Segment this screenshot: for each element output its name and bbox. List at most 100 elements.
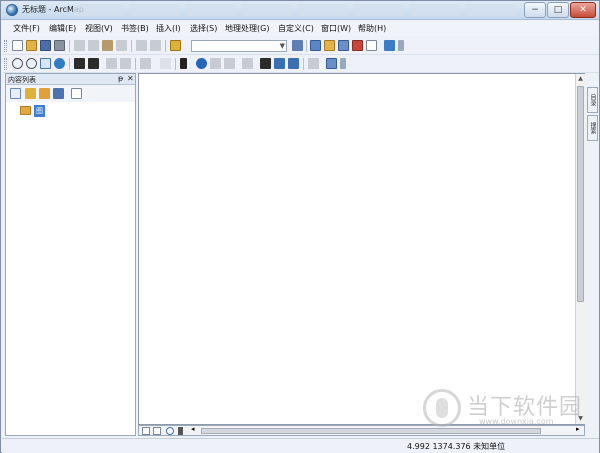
fixed-zoom-out-icon[interactable] [88,58,99,69]
catalog-dock-tab[interactable]: 目录 [587,87,598,113]
measure-icon[interactable] [242,58,253,69]
menu-bar: 文件(F) 编辑(E) 视图(V) 书签(B) 插入(I) 选择(S) 地理处理… [2,21,599,36]
cut-icon[interactable] [74,40,85,51]
data-view-icon[interactable] [142,427,150,435]
arctoolbox-icon[interactable] [352,40,363,51]
go-to-xy-icon[interactable] [288,58,299,69]
taskbar-blur-tab [409,4,461,16]
map-scale-dropdown[interactable]: ▼ [191,40,287,52]
site-watermark: 当下软件园 www.downxia.com [423,389,583,429]
menu-edit[interactable]: 编辑(E) [49,23,76,34]
list-by-source-icon[interactable] [25,88,36,99]
maximize-button[interactable]: □ [547,2,569,18]
copy-icon[interactable] [88,40,99,51]
layout-view-icon[interactable] [153,427,161,435]
taskbar-blur-tab [129,4,181,16]
arcmap-window: 无标题 - ArcMap − □ ✕ 文件(F) 编辑(E) 视图(V) 书签(… [0,0,600,453]
toolbar-grip[interactable] [4,58,7,70]
back-icon[interactable] [106,58,117,69]
menu-file[interactable]: 文件(F) [13,23,40,34]
menu-geoprocessing[interactable]: 地理处理(G) [225,23,269,34]
pan-icon[interactable] [40,58,51,69]
toolbar-separator [303,58,304,70]
zoom-out-icon[interactable] [26,58,37,69]
map-vertical-scrollbar[interactable]: ▲ ▼ [575,74,585,424]
find-route-icon[interactable] [274,58,285,69]
toolbar-separator [69,58,70,70]
python-window-icon[interactable] [366,40,377,51]
list-by-selection-icon[interactable] [53,88,64,99]
search-dock-tab[interactable]: 搜索 [587,115,598,141]
select-features-icon[interactable] [140,58,151,69]
open-icon[interactable] [26,40,37,51]
identify-icon[interactable] [196,58,207,69]
scroll-up-arrow[interactable]: ▲ [576,74,585,84]
add-data-icon[interactable] [170,40,181,51]
select-elements-icon[interactable] [180,58,187,69]
new-document-icon[interactable] [12,40,23,51]
toolbar-options-icon[interactable] [398,40,404,51]
print-icon[interactable] [54,40,65,51]
list-by-drawing-order-icon[interactable] [10,88,21,99]
watermark-url: www.downxia.com [479,417,554,426]
search-window-icon[interactable] [338,40,349,51]
menu-selection[interactable]: 选择(S) [190,23,217,34]
delete-icon[interactable] [116,40,127,51]
pause-drawing-icon[interactable] [178,427,183,435]
taskbar-blur-tab [73,4,125,16]
editor-toolbar-icon[interactable] [292,40,303,51]
paste-icon[interactable] [102,40,113,51]
create-viewer-icon[interactable] [326,58,337,69]
forward-icon[interactable] [120,58,131,69]
standard-toolbar: ▼ [2,37,599,55]
hyperlink-icon[interactable] [210,58,221,69]
right-dock: 目录 搜索 [587,87,599,147]
html-popup-icon[interactable] [224,58,235,69]
tools-toolbar [2,55,599,73]
find-icon[interactable] [260,58,271,69]
minimize-button[interactable]: − [524,2,546,18]
save-icon[interactable] [40,40,51,51]
close-button[interactable]: ✕ [570,2,596,18]
redo-icon[interactable] [150,40,161,51]
toc-window-icon[interactable] [310,40,321,51]
toolbar-options-icon[interactable] [340,58,346,69]
menu-customize[interactable]: 自定义(C) [278,23,314,34]
scroll-left-arrow[interactable]: ◂ [191,425,195,433]
layers-folder-icon [20,106,31,115]
model-builder-icon[interactable] [384,40,395,51]
list-by-visibility-icon[interactable] [39,88,50,99]
chevron-down-icon: ▼ [279,42,285,50]
catalog-window-icon[interactable] [324,40,335,51]
undo-icon[interactable] [136,40,147,51]
toolbar-separator [131,40,132,52]
menu-windows[interactable]: 窗口(W) [321,23,351,34]
coordinate-readout: 4.992 1374.376 未知单位 [407,442,506,451]
title-bar[interactable]: 无标题 - ArcMap − □ ✕ [1,1,599,20]
toolbar-separator [69,40,70,52]
watermark-logo-icon [423,389,461,427]
map-view[interactable] [138,73,585,425]
time-slider-icon[interactable] [308,58,319,69]
menu-view[interactable]: 视图(V) [85,23,113,34]
pin-icon[interactable]: ᵽ [118,74,123,83]
scroll-thumb[interactable] [577,86,584,302]
zoom-in-icon[interactable] [12,58,23,69]
toc-close-icon[interactable]: ✕ [127,74,134,83]
options-icon[interactable] [71,88,82,99]
layer-label[interactable]: 图层 [34,105,45,125]
refresh-icon[interactable] [166,427,174,435]
taskbar-blur-tab [353,4,405,16]
toolbar-separator [135,58,136,70]
toc-title: 内容列表 [8,76,36,84]
toolbar-separator [175,58,176,70]
menu-help[interactable]: 帮助(H) [358,23,386,34]
fixed-zoom-in-icon[interactable] [74,58,85,69]
toolbar-grip[interactable] [4,40,7,52]
arcmap-app-icon [6,4,18,16]
taskbar-blur-tab [185,4,237,16]
full-extent-icon[interactable] [54,58,65,69]
menu-bookmarks[interactable]: 书签(B) [121,23,149,34]
menu-insert[interactable]: 插入(I) [156,23,181,34]
clear-selection-icon[interactable] [160,58,171,69]
